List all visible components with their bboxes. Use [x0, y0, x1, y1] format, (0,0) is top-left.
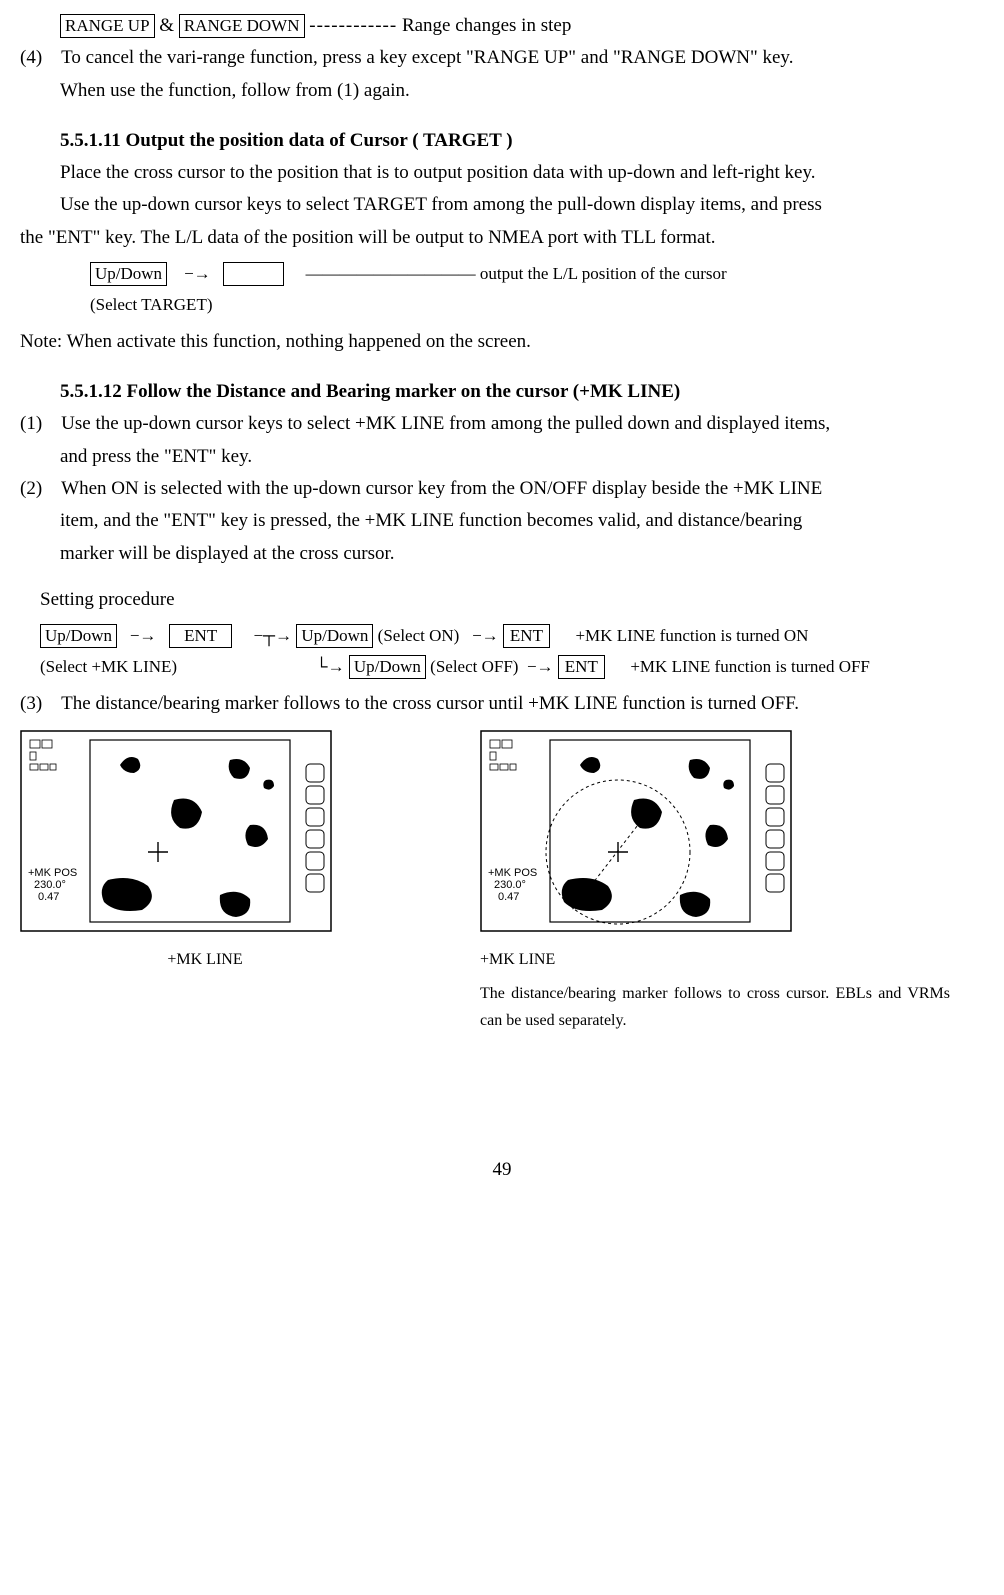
p12-3: (3) The distance/bearing marker follows … — [20, 688, 984, 720]
blank-key[interactable] — [223, 262, 284, 286]
updown-key-4[interactable]: Up/Down — [349, 655, 426, 679]
figure-right: +MK POS 230.0° 0.47 +MK LINE The distanc… — [480, 730, 850, 1034]
sel-on: (Select ON) — [378, 626, 460, 645]
h11-p1: Place the cross cursor to the position t… — [20, 157, 984, 189]
dashes: ------------ — [309, 15, 397, 36]
svg-text:0.47: 0.47 — [498, 891, 519, 903]
para-4: (4) To cancel the vari-range function, p… — [20, 42, 984, 107]
range-down-button[interactable]: RANGE DOWN — [179, 14, 305, 38]
sel-off: (Select OFF) — [430, 657, 518, 676]
updown-key-3[interactable]: Up/Down — [296, 624, 373, 648]
ent-key[interactable]: ENT — [169, 624, 232, 648]
page-number: 49 — [20, 1154, 984, 1186]
range-value: 0.47 — [38, 891, 59, 903]
caption-right-title: +MK LINE — [480, 946, 850, 973]
figures: +MK POS 230.0° 0.47 +MK LINE — [20, 730, 984, 1034]
h11-p2: Use the up-down cursor keys to select TA… — [20, 189, 984, 221]
updown-key[interactable]: Up/Down — [90, 262, 167, 286]
sel-mk: (Select +MK LINE) — [40, 657, 177, 676]
h11-p3: the "ENT" key. The L/L data of the posit… — [20, 222, 984, 254]
setting-procedure-label: Setting procedure — [20, 584, 984, 616]
heading-11: 5.5.1.11 Output the position data of Cur… — [20, 125, 984, 157]
proc11-sel: (Select TARGET) — [90, 291, 984, 320]
p12-1: (1) Use the up-down cursor keys to selec… — [20, 408, 984, 473]
caption-right-body: The distance/bearing marker follows to c… — [480, 980, 950, 1034]
p12-2b: item, and the "ENT" key is pressed, the … — [20, 510, 802, 531]
p12-2c: marker will be displayed at the cross cu… — [20, 543, 395, 564]
p12-2: (2) When ON is selected with the up-down… — [20, 473, 984, 570]
mk-pos-label: +MK POS — [28, 867, 77, 879]
p12-1a: (1) Use the up-down cursor keys to selec… — [20, 413, 830, 434]
res-on: +MK LINE function is turned ON — [575, 626, 808, 645]
heading-12: 5.5.1.12 Follow the Distance and Bearing… — [20, 376, 984, 408]
figure-left: +MK POS 230.0° 0.47 +MK LINE — [20, 730, 390, 1034]
proc11-dash: ―――――――――― — [289, 264, 476, 283]
note11: Note: When activate this function, nothi… — [20, 326, 984, 358]
p12-1b: and press the "ENT" key. — [20, 446, 252, 467]
proc11-out: output the L/L position of the cursor — [480, 264, 727, 283]
range-up-button[interactable]: RANGE UP — [60, 14, 155, 38]
svg-text:230.0°: 230.0° — [494, 879, 526, 891]
ampersand: & — [159, 15, 174, 36]
caption-left: +MK LINE — [20, 946, 390, 973]
proc11-line: Up/Down −→ ―――――――――― output the L/L pos… — [90, 260, 984, 289]
p4-line2: When use the function, follow from (1) a… — [20, 80, 410, 101]
ent-key-2[interactable]: ENT — [503, 624, 550, 648]
proc12-bottom: (Select +MK LINE) └→ Up/Down (Select OFF… — [40, 653, 984, 682]
ent-key-3[interactable]: ENT — [558, 655, 605, 679]
updown-key-2[interactable]: Up/Down — [40, 624, 117, 648]
radar-left-svg: +MK POS 230.0° 0.47 — [20, 730, 360, 940]
bearing-value: 230.0° — [34, 879, 66, 891]
svg-text:+MK POS: +MK POS — [488, 867, 537, 879]
proc12-top: Up/Down −→ ENT −┬→ Up/Down (Select ON) −… — [40, 622, 984, 651]
radar-right-svg: +MK POS 230.0° 0.47 — [480, 730, 820, 940]
p12-2a: (2) When ON is selected with the up-down… — [20, 478, 822, 499]
range-line: RANGE UP & RANGE DOWN ------------ Range… — [20, 10, 984, 42]
range-note: Range changes in step — [402, 15, 571, 36]
res-off: +MK LINE function is turned OFF — [630, 657, 870, 676]
p4-line1: (4) To cancel the vari-range function, p… — [20, 47, 793, 68]
